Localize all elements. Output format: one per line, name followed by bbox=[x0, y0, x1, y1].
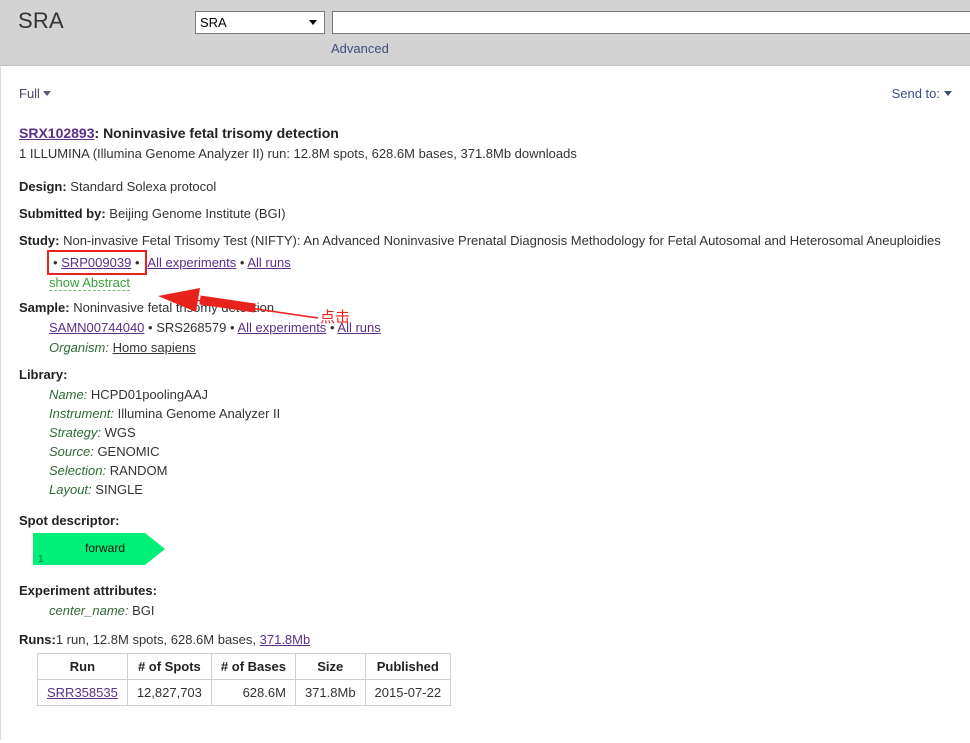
sample-srs-accession: SRS268579 bbox=[156, 320, 227, 335]
submitted-by-value: Beijing Genome Institute (BGI) bbox=[109, 206, 286, 221]
study-value: Non-invasive Fetal Trisomy Test (NIFTY):… bbox=[63, 233, 941, 248]
library-strategy-value: WGS bbox=[104, 425, 136, 440]
runs-summary-text: 1 run, 12.8M spots, 628.6M bases, bbox=[55, 632, 260, 647]
library-instrument-label: Instrument: bbox=[49, 406, 115, 421]
runs-size-link[interactable]: 371.8Mb bbox=[260, 632, 311, 647]
record-title-text: : Noninvasive fetal trisomy detection bbox=[94, 125, 339, 141]
run-spots-cell: 12,827,703 bbox=[126, 679, 212, 706]
library-layout-value: SINGLE bbox=[95, 482, 143, 497]
study-label: Study: bbox=[19, 233, 60, 248]
library-strategy-label: Strategy: bbox=[49, 425, 102, 440]
experiment-accession-link[interactable]: SRX102893 bbox=[19, 125, 95, 141]
column-header-spots: # of Spots bbox=[126, 653, 212, 680]
submitted-by-field: Submitted by: Beijing Genome Institute (… bbox=[19, 204, 959, 223]
show-abstract-toggle[interactable]: show Abstract bbox=[49, 275, 130, 291]
display-format-menu[interactable]: Full bbox=[19, 86, 51, 101]
run-published-cell: 2015-07-22 bbox=[364, 679, 452, 706]
spot-read-label: forward bbox=[85, 541, 126, 555]
spot-read-index: 1 bbox=[38, 554, 44, 565]
library-row: Name: HCPD01poolingAAJ bbox=[49, 385, 959, 404]
library-selection-label: Selection: bbox=[49, 463, 107, 478]
bullet-separator: • bbox=[329, 320, 335, 335]
run-accession-cell: SRR358535 bbox=[37, 679, 128, 706]
database-select[interactable]: SRA bbox=[195, 11, 325, 34]
library-source-value: GENOMIC bbox=[97, 444, 160, 459]
bullet-separator: • bbox=[134, 255, 140, 270]
spot-descriptor-graphic: forward 1 bbox=[33, 533, 165, 565]
library-name-label: Name: bbox=[49, 387, 88, 402]
library-label: Library: bbox=[19, 367, 68, 382]
database-title: SRA bbox=[18, 8, 64, 33]
design-value: Standard Solexa protocol bbox=[70, 179, 217, 194]
runs-label: Runs: bbox=[19, 632, 56, 647]
bullet-separator: • bbox=[53, 255, 58, 270]
library-name-value: HCPD01poolingAAJ bbox=[90, 387, 208, 402]
table-row: SRR358535 12,827,703 628.6M 371.8Mb 2015… bbox=[37, 679, 452, 706]
library-row: Strategy: WGS bbox=[49, 423, 959, 442]
column-header-run: Run bbox=[37, 653, 128, 680]
library-source-label: Source: bbox=[49, 444, 94, 459]
study-links-row: • SRP009039 • All experiments • All runs bbox=[47, 250, 959, 275]
experiment-attributes-section: Experiment attributes: bbox=[19, 581, 959, 600]
library-selection-value: RANDOM bbox=[109, 463, 168, 478]
study-all-experiments-link[interactable]: All experiments bbox=[147, 255, 236, 270]
column-header-published: Published bbox=[364, 653, 452, 680]
organism-row: Organism: Homo sapiens bbox=[49, 338, 959, 357]
run-accession-link[interactable]: SRR358535 bbox=[47, 685, 118, 700]
sample-label: Sample: bbox=[19, 300, 70, 315]
library-instrument-value: Illumina Genome Analyzer II bbox=[117, 406, 281, 421]
library-section: Library: bbox=[19, 365, 959, 384]
record-title: SRX102893: Noninvasive fetal trisomy det… bbox=[19, 124, 959, 143]
column-header-bases: # of Bases bbox=[210, 653, 296, 680]
spot-descriptor-label: Spot descriptor: bbox=[19, 513, 120, 528]
library-row: Instrument: Illumina Genome Analyzer II bbox=[49, 404, 959, 423]
center-name-label: center_name: bbox=[49, 603, 129, 618]
record-summary: 1 ILLUMINA (Illumina Genome Analyzer II)… bbox=[19, 146, 577, 161]
sample-all-experiments-link[interactable]: All experiments bbox=[237, 320, 326, 335]
advanced-search-link[interactable]: Advanced bbox=[331, 41, 389, 56]
organism-label: Organism: bbox=[49, 340, 109, 355]
site-header: SRA SRA Advanced bbox=[0, 0, 970, 66]
sample-value: Noninvasive fetal trisomy detection bbox=[73, 300, 275, 315]
runs-summary-row: Runs:1 run, 12.8M spots, 628.6M bases, 3… bbox=[19, 630, 959, 649]
table-header-row: Run # of Spots # of Bases Size Published bbox=[37, 653, 452, 680]
submitted-by-label: Submitted by: bbox=[19, 206, 106, 221]
bullet-separator: • bbox=[239, 255, 245, 270]
organism-link[interactable]: Homo sapiens bbox=[113, 340, 196, 355]
display-format-label: Full bbox=[19, 86, 40, 101]
experiment-attributes-label: Experiment attributes: bbox=[19, 583, 157, 598]
experiment-record: SRX102893: Noninvasive fetal trisomy det… bbox=[19, 124, 959, 706]
sample-field: Sample: Noninvasive fetal trisomy detect… bbox=[19, 298, 959, 317]
study-all-runs-link[interactable]: All runs bbox=[247, 255, 290, 270]
bullet-separator: • bbox=[148, 320, 153, 335]
send-to-menu[interactable]: Send to: bbox=[892, 86, 952, 101]
center-name-value: BGI bbox=[132, 603, 155, 618]
chevron-down-icon bbox=[42, 91, 51, 96]
library-row: Source: GENOMIC bbox=[49, 442, 959, 461]
design-label: Design: bbox=[19, 179, 67, 194]
bullet-separator: • bbox=[229, 320, 235, 335]
study-accession-highlight: • SRP009039 • bbox=[47, 250, 147, 275]
send-to-label: Send to: bbox=[891, 86, 940, 101]
search-input[interactable] bbox=[332, 11, 970, 34]
run-bases-cell: 628.6M bbox=[210, 679, 296, 706]
biosample-accession-link[interactable]: SAMN00744040 bbox=[49, 320, 144, 335]
sample-links-row: SAMN00744040 • SRS268579 • All experimen… bbox=[49, 318, 959, 337]
chevron-down-icon bbox=[944, 91, 952, 96]
sample-all-runs-link[interactable]: All runs bbox=[337, 320, 380, 335]
content-panel: Full Send to: SRX102893: Noninvasive fet… bbox=[0, 66, 970, 740]
library-layout-label: Layout: bbox=[49, 482, 92, 497]
study-field: Study: Non-invasive Fetal Trisomy Test (… bbox=[19, 231, 959, 250]
runs-table: Run # of Spots # of Bases Size Published… bbox=[37, 653, 452, 706]
library-row: Layout: SINGLE bbox=[49, 480, 959, 499]
column-header-size: Size bbox=[294, 653, 366, 680]
show-abstract-row: show Abstract bbox=[49, 273, 959, 292]
library-row: Selection: RANDOM bbox=[49, 461, 959, 480]
database-select-wrapper[interactable]: SRA bbox=[195, 11, 325, 34]
experiment-attribute-row: center_name: BGI bbox=[49, 601, 959, 620]
design-field: Design: Standard Solexa protocol bbox=[19, 177, 959, 196]
spot-descriptor-section: Spot descriptor: bbox=[19, 511, 959, 530]
study-accession-link[interactable]: SRP009039 bbox=[61, 255, 131, 270]
run-size-cell: 371.8Mb bbox=[294, 679, 366, 706]
